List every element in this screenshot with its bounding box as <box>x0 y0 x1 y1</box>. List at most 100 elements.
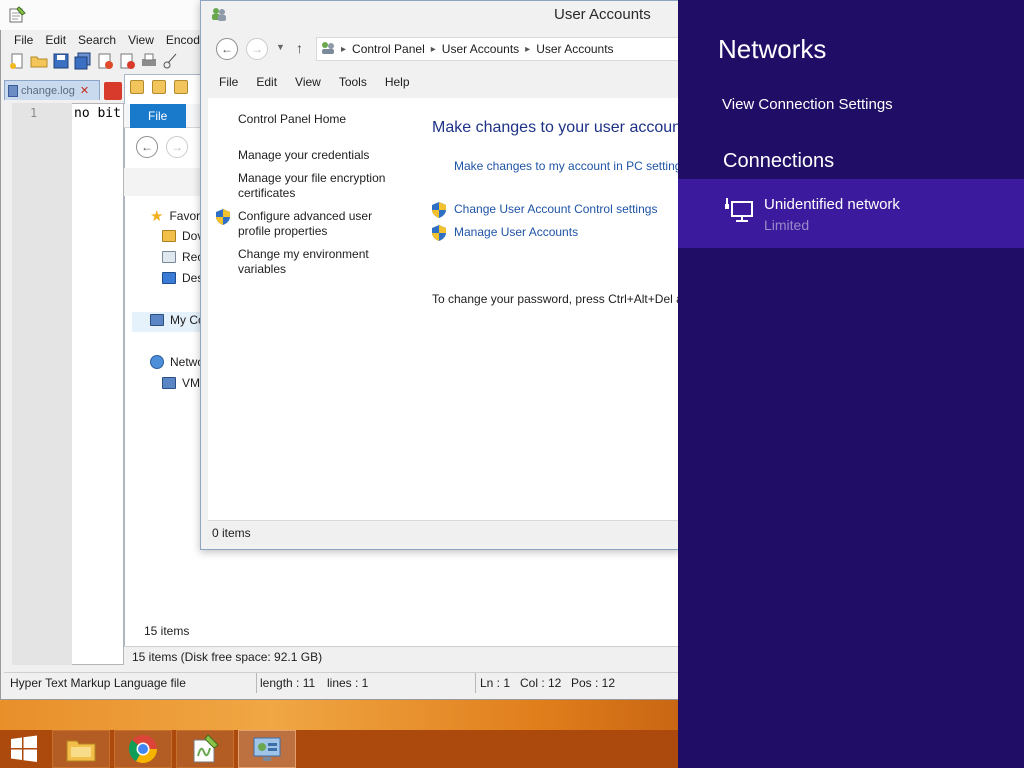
sidebar-advanced-profile[interactable]: Configure advanced user profile properti… <box>238 209 398 239</box>
view-connection-settings-link[interactable]: View Connection Settings <box>722 96 893 113</box>
explorer-quick-access-toolbar <box>130 80 188 94</box>
npp-menu-search[interactable]: Search <box>72 31 122 51</box>
taskbar-notepadpp[interactable] <box>176 730 234 768</box>
control-panel-icon <box>253 737 281 761</box>
recent-locations-dropdown-icon[interactable]: ▼ <box>276 42 285 52</box>
breadcrumb-separator-icon: ▸ <box>525 43 531 55</box>
forward-button[interactable]: → <box>246 38 268 60</box>
network-name: Unidentified network <box>764 196 900 213</box>
close-all-icon[interactable] <box>118 52 136 70</box>
back-button[interactable]: ← <box>216 38 238 60</box>
npp-status-filetype: Hyper Text Markup Language file <box>10 676 186 690</box>
explorer-status-text: 15 items (Disk free space: 92.1 GB) <box>132 650 323 664</box>
cut-icon[interactable] <box>162 52 180 70</box>
breadcrumb-control-panel[interactable]: Control Panel <box>352 42 425 56</box>
npp-status-lines: lines : 1 <box>327 676 369 690</box>
print-icon[interactable] <box>140 52 158 70</box>
npp-menu-file[interactable]: File <box>8 31 39 51</box>
explorer-nav: ← → <box>136 136 188 158</box>
window-title: User Accounts <box>554 6 651 23</box>
properties-icon[interactable] <box>152 80 166 94</box>
npp-line-number: 1 <box>30 106 38 120</box>
ua-menu-help[interactable]: Help <box>376 72 419 92</box>
tree-downloads[interactable]: Dov <box>162 229 203 243</box>
file-icon <box>8 84 18 97</box>
shield-icon <box>432 225 446 241</box>
sidebar-control-panel-home[interactable]: Control Panel Home <box>238 112 398 127</box>
npp-status-pos: Pos : 12 <box>571 676 616 690</box>
wired-network-icon <box>725 198 753 222</box>
sidebar-environment-variables[interactable]: Change my environment variables <box>238 247 398 277</box>
start-button[interactable] <box>0 730 48 768</box>
taskbar-file-explorer[interactable] <box>52 730 110 768</box>
ua-menu-view[interactable]: View <box>286 72 330 92</box>
folder-icon[interactable] <box>130 80 144 94</box>
npp-tab-second[interactable] <box>104 82 122 100</box>
save-all-icon[interactable] <box>74 52 92 70</box>
tab-close-icon[interactable]: ✕ <box>80 84 89 97</box>
forward-button[interactable]: → <box>166 136 188 158</box>
npp-status-col: Col : 12 <box>520 676 562 690</box>
address-bar[interactable]: ▸ Control Panel ▸ User Accounts ▸ User A… <box>316 37 680 61</box>
npp-line-gutter <box>12 103 72 665</box>
npp-menu-edit[interactable]: Edit <box>39 31 72 51</box>
recent-places-icon <box>162 251 176 263</box>
downloads-folder-icon <box>162 230 176 242</box>
ua-menu-file[interactable]: File <box>210 72 247 92</box>
shield-icon <box>216 209 230 225</box>
link-uac-settings[interactable]: Change User Account Control settings <box>454 202 657 216</box>
desktop-icon <box>162 272 176 284</box>
open-folder-icon[interactable] <box>30 52 48 70</box>
ua-menu-tools[interactable]: Tools <box>330 72 376 92</box>
ua-main-panel: Make changes to your user account Make c… <box>432 98 678 318</box>
breadcrumb-separator-icon: ▸ <box>430 43 436 55</box>
new-folder-icon[interactable] <box>174 80 188 94</box>
tree-recent[interactable]: Rec <box>162 250 203 264</box>
close-file-icon[interactable] <box>96 52 114 70</box>
up-arrow-icon[interactable]: ↑ <box>296 40 303 56</box>
breadcrumb-user-accounts[interactable]: User Accounts <box>442 42 519 56</box>
ua-menu-edit[interactable]: Edit <box>247 72 286 92</box>
tree-desktop[interactable]: Des <box>162 271 203 285</box>
star-icon: ★ <box>150 208 164 225</box>
network-globe-icon <box>150 355 164 369</box>
npp-menu-view[interactable]: View <box>122 31 160 51</box>
control-panel-icon <box>322 42 334 54</box>
computer-icon <box>162 377 176 389</box>
status-divider <box>256 673 257 693</box>
npp-menu-encoding[interactable]: Encod <box>160 31 206 51</box>
notepadpp-app-icon <box>9 6 26 23</box>
new-file-icon[interactable] <box>8 52 26 70</box>
sidebar-file-encryption[interactable]: Manage your file encryption certificates <box>238 171 398 201</box>
save-icon[interactable] <box>52 52 70 70</box>
chrome-icon <box>128 735 157 763</box>
taskbar-chrome[interactable] <box>114 730 172 768</box>
networks-charm-pane <box>678 0 1024 768</box>
npp-status-ln: Ln : 1 <box>480 676 511 690</box>
explorer-items-count: 15 items <box>144 624 190 638</box>
link-manage-user-accounts[interactable]: Manage User Accounts <box>454 225 578 239</box>
ua-status-text: 0 items <box>212 526 251 540</box>
notepadpp-icon <box>193 734 219 763</box>
tree-network-label: Netwo <box>170 355 205 369</box>
breadcrumb-user-accounts-current[interactable]: User Accounts <box>536 42 613 56</box>
file-explorer-icon <box>66 740 96 762</box>
npp-tab-change-log[interactable]: change.log ✕ <box>4 80 100 100</box>
npp-code-text[interactable]: no bit <box>74 106 121 121</box>
network-status: Limited <box>764 217 810 233</box>
back-button[interactable]: ← <box>136 136 158 158</box>
tree-my-computer[interactable]: My Co <box>150 313 205 327</box>
sidebar-manage-credentials[interactable]: Manage your credentials <box>238 148 398 163</box>
user-accounts-app-icon <box>212 8 226 21</box>
link-pc-settings[interactable]: Make changes to my account in PC setting… <box>454 159 678 173</box>
npp-tab-label: change.log <box>21 84 75 97</box>
npp-status-length: length : 11 <box>260 676 316 690</box>
password-note: To change your password, press Ctrl+Alt+… <box>432 292 678 306</box>
tree-favorites[interactable]: ★ Favor <box>150 207 200 225</box>
tree-network[interactable]: Netwo <box>150 355 204 369</box>
start-icon <box>11 735 37 762</box>
notepadpp-statusbar: Hyper Text Markup Language file length :… <box>4 672 680 693</box>
ua-menubar: File Edit View Tools Help <box>210 72 419 92</box>
explorer-file-tab[interactable]: File <box>130 104 186 128</box>
taskbar-control-panel[interactable] <box>238 730 296 768</box>
